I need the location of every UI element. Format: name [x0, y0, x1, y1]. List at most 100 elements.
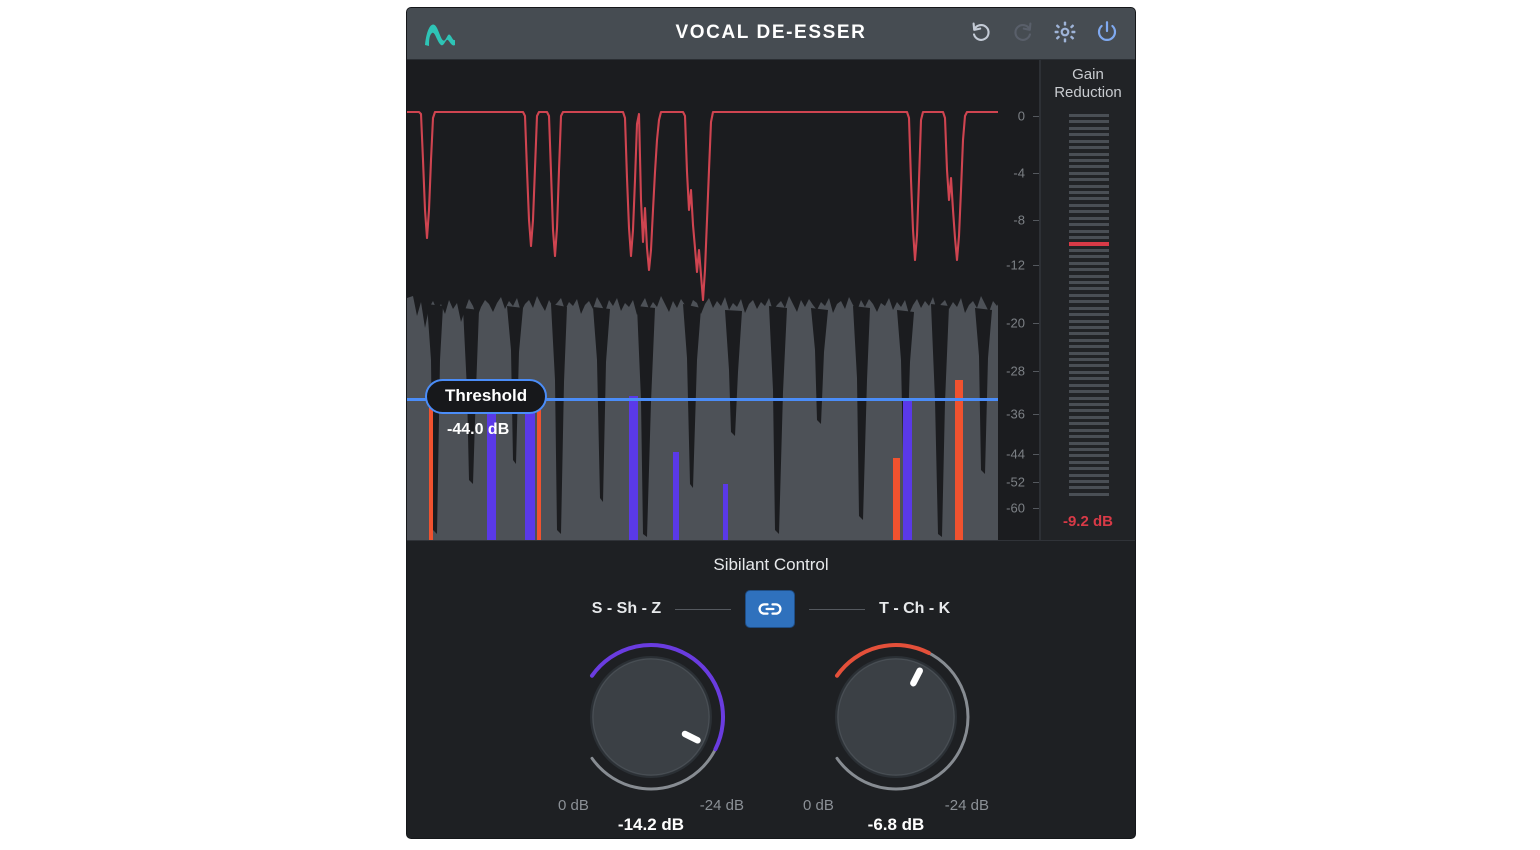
db-scale-tick [1033, 414, 1039, 415]
gain-reduction-segment [1069, 146, 1109, 149]
db-scale-label: -20 [1006, 315, 1025, 330]
db-scale-tick [1033, 508, 1039, 509]
s-sh-z-knob[interactable] [566, 639, 736, 801]
gain-reduction-segment [1069, 210, 1109, 213]
analysis-display: Threshold -44.0 dB 0 -4 -8 -12 -20 -28 -36 -44 -… [407, 60, 1135, 540]
gain-reduction-segment [1069, 448, 1109, 451]
power-button[interactable] [1093, 17, 1121, 47]
gain-reduction-segment [1069, 262, 1109, 265]
t-ch-k-knob-group: 0 dB -24 dB -6.8 dB [791, 639, 1001, 801]
gain-reduction-segment [1069, 422, 1109, 425]
db-scale-label: -8 [1013, 213, 1025, 228]
gain-reduction-segment [1069, 275, 1109, 278]
waveform-graph[interactable]: Threshold -44.0 dB [407, 60, 998, 540]
db-scale-label: -52 [1006, 475, 1025, 490]
gain-reduction-segment [1069, 442, 1109, 445]
sibilant-control-title: Sibilant Control [407, 555, 1135, 575]
link-dash-right [809, 609, 865, 610]
gain-reduction-segment [1069, 172, 1109, 175]
gain-reduction-segment [1069, 223, 1109, 226]
gain-reduction-segment [1069, 480, 1109, 483]
gain-reduction-segment [1069, 352, 1109, 355]
db-scale: 0 -4 -8 -12 -20 -28 -36 -44 -52 -60 [998, 60, 1040, 540]
db-scale-label: -28 [1006, 363, 1025, 378]
gain-reduction-segment [1069, 255, 1109, 258]
gain-reduction-segment [1069, 197, 1109, 200]
gain-reduction-segment [1069, 178, 1109, 181]
gain-reduction-segment [1069, 467, 1109, 470]
db-scale-label: 0 [1018, 108, 1025, 123]
db-scale-tick [1033, 116, 1039, 117]
gain-reduction-segment [1069, 140, 1109, 143]
gain-reduction-segment [1069, 204, 1109, 207]
t-ch-k-value: -6.8 dB [791, 815, 1001, 835]
t-ch-k-knob[interactable] [811, 639, 981, 801]
db-scale-label: -4 [1013, 165, 1025, 180]
gain-reduction-segment [1069, 435, 1109, 438]
gain-reduction-segment [1069, 114, 1109, 117]
gain-reduction-segment [1069, 191, 1109, 194]
gain-reduction-title: Gain Reduction [1041, 66, 1135, 102]
gain-reduction-marker [1069, 242, 1109, 246]
screenshot-canvas: VOCAL DE-ESSER [0, 0, 1540, 850]
power-icon [1095, 20, 1119, 44]
gain-reduction-segment [1069, 313, 1109, 316]
gain-reduction-segment [1069, 326, 1109, 329]
db-scale-tick [1033, 454, 1039, 455]
redo-button[interactable] [1009, 17, 1037, 47]
db-scale-label: -60 [1006, 501, 1025, 516]
plugin-header: VOCAL DE-ESSER [407, 8, 1135, 60]
gain-reduction-segment [1069, 236, 1109, 239]
gain-reduction-segment [1069, 474, 1109, 477]
db-scale-tick [1033, 371, 1039, 372]
header-buttons [967, 17, 1121, 47]
settings-button[interactable] [1051, 17, 1079, 47]
gain-reduction-title-line1: Gain [1041, 66, 1135, 84]
sibilant-link-row: S - Sh - Z T - Ch - K [407, 589, 1135, 629]
gain-reduction-segment [1069, 345, 1109, 348]
undo-icon [969, 20, 993, 44]
plugin-window: VOCAL DE-ESSER [407, 8, 1135, 838]
gain-reduction-segment [1069, 384, 1109, 387]
gain-reduction-segment [1069, 300, 1109, 303]
db-scale-label: -44 [1006, 447, 1025, 462]
db-scale-label: -12 [1006, 258, 1025, 273]
gain-reduction-value: -9.2 dB [1041, 513, 1135, 530]
t-ch-k-max-label: -24 dB [945, 797, 989, 814]
sibilant-control-panel: Sibilant Control S - Sh - Z T - Ch - K [407, 540, 1135, 838]
link-toggle-button[interactable] [745, 590, 795, 628]
s-sh-z-knob-group: 0 dB -24 dB -14.2 dB [546, 639, 756, 801]
db-scale-tick [1033, 323, 1039, 324]
gain-reduction-segment [1069, 390, 1109, 393]
gain-reduction-segment [1069, 320, 1109, 323]
gain-reduction-segment [1069, 294, 1109, 297]
s-sh-z-label: S - Sh - Z [592, 600, 661, 618]
link-icon [757, 600, 783, 618]
gain-reduction-segment [1069, 377, 1109, 380]
db-scale-tick [1033, 482, 1039, 483]
threshold-handle[interactable]: Threshold [425, 379, 547, 414]
gain-reduction-segment [1069, 339, 1109, 342]
gain-reduction-segment [1069, 371, 1109, 374]
gain-reduction-segment [1069, 217, 1109, 220]
t-ch-k-min-label: 0 dB [803, 797, 834, 814]
s-sh-z-value: -14.2 dB [546, 815, 756, 835]
gain-reduction-segment [1069, 358, 1109, 361]
db-scale-tick [1033, 265, 1039, 266]
gain-reduction-segment [1069, 493, 1109, 496]
gain-reduction-segment [1069, 397, 1109, 400]
gain-reduction-panel: Gain Reduction -9.2 dB [1040, 60, 1135, 540]
gain-reduction-segment [1069, 429, 1109, 432]
gain-reduction-segment [1069, 287, 1109, 290]
db-scale-label: -36 [1006, 406, 1025, 421]
gain-reduction-segment [1069, 153, 1109, 156]
gain-reduction-segment [1069, 281, 1109, 284]
gain-reduction-meter[interactable] [1069, 114, 1109, 496]
undo-button[interactable] [967, 17, 995, 47]
gain-reduction-title-line2: Reduction [1041, 84, 1135, 102]
gain-reduction-segment [1069, 120, 1109, 123]
gain-reduction-segment [1069, 364, 1109, 367]
gain-reduction-segment [1069, 454, 1109, 457]
gain-reduction-segment [1069, 268, 1109, 271]
gear-icon [1053, 20, 1077, 44]
